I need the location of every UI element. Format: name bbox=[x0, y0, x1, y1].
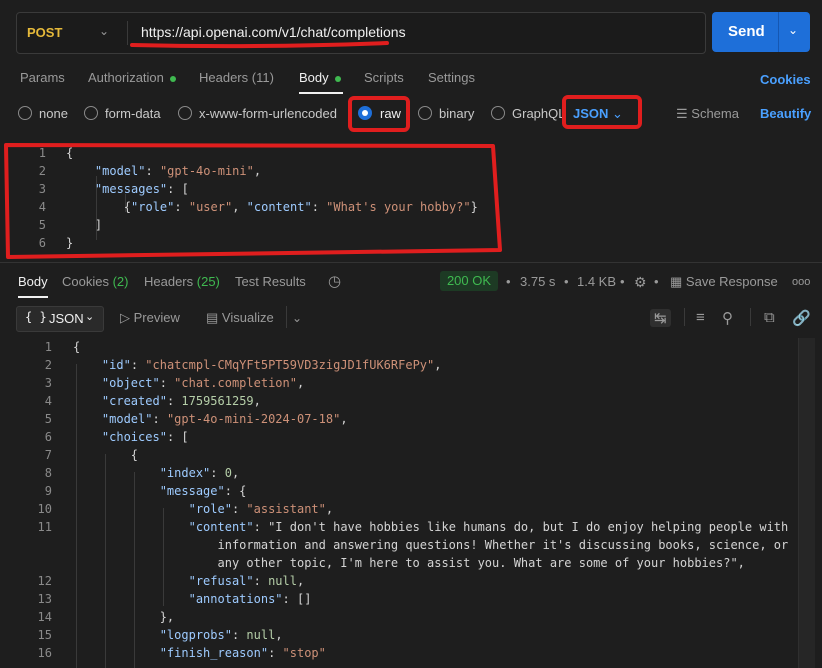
underline-annotation bbox=[130, 41, 389, 49]
highlight-box-json bbox=[562, 95, 642, 129]
highlight-box-request-body bbox=[4, 143, 502, 259]
highlight-box-raw bbox=[348, 96, 410, 132]
annotation-overlay bbox=[4, 41, 642, 259]
